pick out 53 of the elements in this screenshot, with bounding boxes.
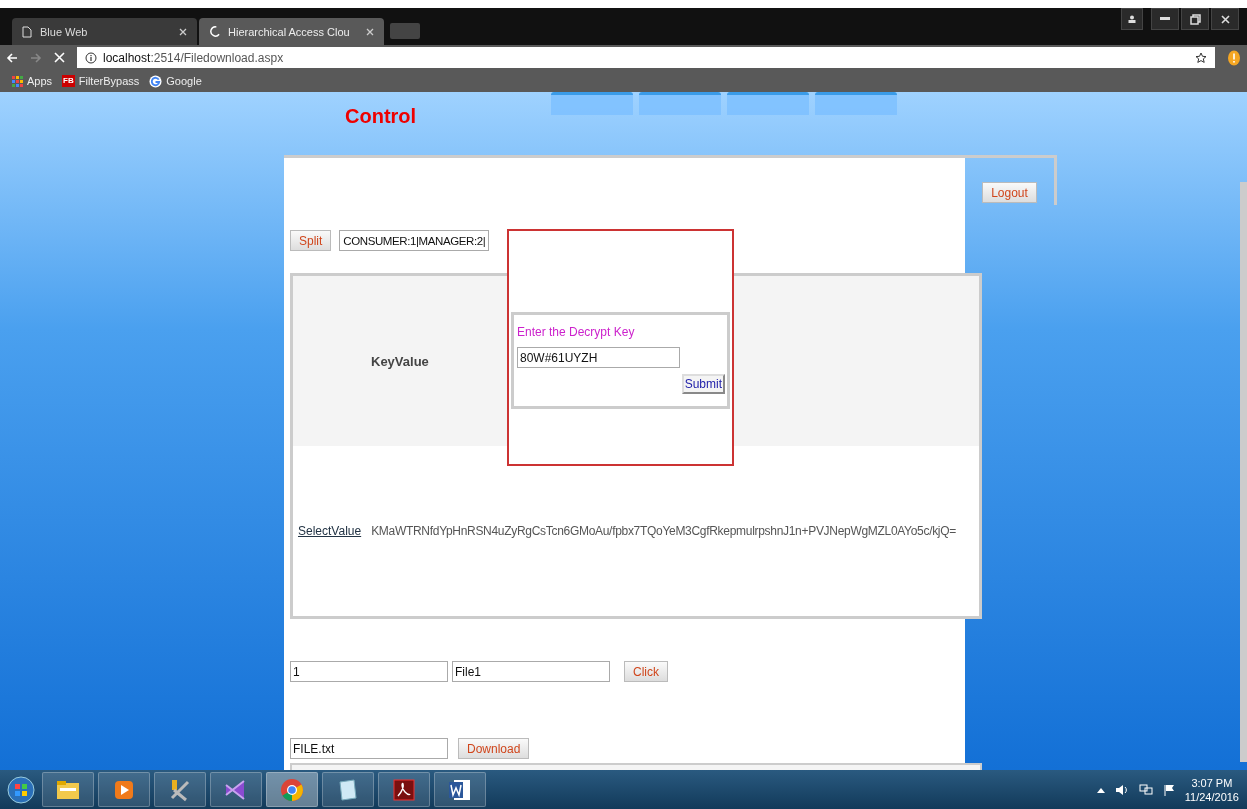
submit-button[interactable]: Submit: [681, 374, 725, 394]
restore-button[interactable]: [1181, 8, 1209, 30]
minimize-icon: [1160, 17, 1170, 21]
star-icon[interactable]: [1195, 51, 1207, 64]
address-bar[interactable]: localhost:2514/Filedownload.aspx: [77, 47, 1215, 68]
key-label: KeyValue: [371, 353, 429, 369]
close-icon: [1220, 14, 1230, 24]
volume-icon[interactable]: [1114, 783, 1129, 796]
play-icon[interactable]: [98, 772, 150, 807]
folder-icon[interactable]: [42, 772, 94, 807]
dialog-prompt: Enter the Decrypt Key: [517, 325, 636, 339]
apps-icon: [12, 75, 23, 87]
close-icon[interactable]: [366, 27, 374, 36]
warning-icon[interactable]: [1227, 49, 1241, 66]
split-button[interactable]: Split: [290, 230, 332, 251]
file-name-field[interactable]: File1: [452, 661, 610, 682]
infinity-icon[interactable]: [210, 772, 262, 807]
encrypted-value: KMaWTRNfdYpHnRSN4uZyRgCsTcn6GMoAu/fpbx7TQoYeM3CgfRkepmulrpshnJ1n+PVJNepWgMZL0AYo5c/kjQ=: [371, 524, 956, 538]
loading-icon: [209, 26, 220, 37]
file-id-field[interactable]: 1: [290, 661, 448, 682]
split-field[interactable]: CONSUMER:1|MANAGER:2|: [339, 230, 490, 251]
download-button[interactable]: Download: [458, 738, 530, 759]
minimize-button[interactable]: [1151, 8, 1179, 30]
click-button[interactable]: Click: [624, 661, 668, 682]
logout-button[interactable]: Logout: [982, 182, 1037, 203]
clock[interactable]: 3:07 PM 11/24/2016: [1184, 775, 1239, 804]
notepad-icon[interactable]: [322, 772, 374, 807]
browser-tab[interactable]: Hierarchical Access Clou: [199, 18, 384, 45]
scrollbar[interactable]: [1240, 182, 1247, 762]
bookmark[interactable]: FB FilterBypass: [62, 75, 140, 87]
bookmark[interactable]: Google: [149, 74, 202, 88]
page-title: Control: [345, 105, 417, 129]
pdf-icon[interactable]: [378, 772, 430, 807]
flag-icon[interactable]: [1162, 783, 1175, 796]
fb-icon: FB: [62, 75, 75, 87]
back-icon[interactable]: [6, 51, 18, 64]
close-button[interactable]: [1211, 8, 1239, 30]
tools-icon[interactable]: [154, 772, 206, 807]
network-icon[interactable]: [1138, 783, 1153, 796]
browser-tab[interactable]: Blue Web: [12, 18, 197, 45]
select-value-link[interactable]: SelectValue: [298, 524, 362, 538]
close-icon[interactable]: [179, 27, 187, 36]
decrypt-key-field[interactable]: 80W#61UYZH: [517, 347, 680, 368]
page-icon: [22, 25, 32, 38]
download-file-field[interactable]: FILE.txt: [290, 738, 448, 759]
document-icon[interactable]: [434, 772, 486, 807]
user-icon[interactable]: [1121, 8, 1143, 30]
google-icon: [149, 74, 163, 88]
show-hidden-icon[interactable]: [1096, 786, 1105, 793]
stop-icon[interactable]: [54, 52, 65, 63]
restore-icon: [1189, 13, 1201, 25]
info-icon: [85, 51, 97, 64]
bookmark[interactable]: Apps: [12, 75, 53, 87]
